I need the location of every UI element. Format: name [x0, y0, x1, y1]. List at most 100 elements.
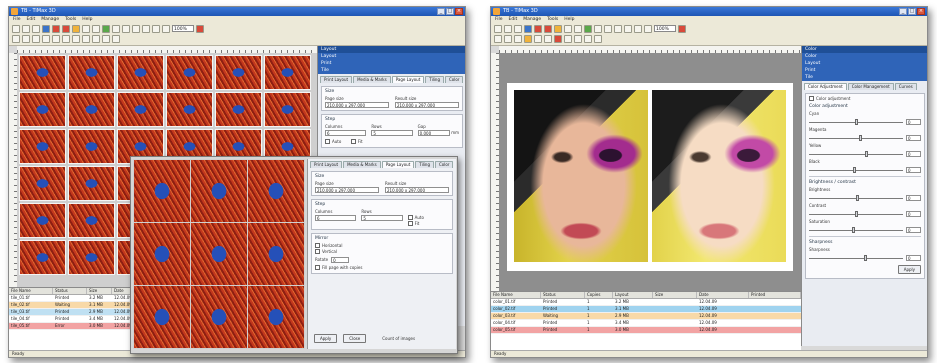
stop-icon[interactable]: [52, 24, 60, 33]
right-fit-icon[interactable]: [544, 34, 552, 43]
file-row[interactable]: tile_04.tif Printed 3.4 MB 12.04.09: [9, 316, 137, 323]
adjustment-slider[interactable]: 0: [809, 151, 921, 157]
minimize-button[interactable]: _: [437, 8, 445, 15]
right-col-printed[interactable]: Printed: [749, 292, 801, 298]
auto-checkbox[interactable]: [325, 139, 330, 144]
copy-icon[interactable]: [82, 24, 90, 33]
tab-tiling[interactable]: Tiling: [425, 76, 444, 83]
right-copy-icon[interactable]: [564, 24, 572, 33]
print-icon[interactable]: [102, 24, 110, 33]
tile-thumbnail[interactable]: [166, 92, 213, 127]
folder-icon[interactable]: [72, 24, 80, 33]
tile-thumbnail[interactable]: [19, 166, 66, 201]
right-panel-item-layout[interactable]: Layout: [802, 60, 927, 67]
delete-icon[interactable]: [62, 24, 70, 33]
right-save-icon[interactable]: [514, 24, 522, 33]
grid-icon[interactable]: [72, 34, 80, 43]
file-row[interactable]: color_01.tif Printed 1 3.2 MB 12.04.09: [491, 299, 801, 306]
right-align-right-icon[interactable]: [514, 34, 522, 43]
tile-thumbnail[interactable]: [166, 55, 213, 90]
page-size-field[interactable]: 210.000 x 297.000: [325, 102, 389, 108]
tile-thumbnail[interactable]: [264, 55, 311, 90]
right-color-icon[interactable]: [594, 34, 602, 43]
dialog-tab-media-marks[interactable]: Media & Marks: [343, 161, 381, 168]
rotate-icon[interactable]: [42, 34, 50, 43]
right-preview-icon[interactable]: [594, 24, 602, 33]
slider-knob[interactable]: [863, 255, 867, 261]
col-status[interactable]: Status: [53, 288, 87, 294]
dialog-result-size-field[interactable]: 210.000 x 297.000: [385, 187, 449, 193]
right-stop-icon[interactable]: [534, 24, 542, 33]
right-globe-icon[interactable]: [524, 24, 532, 33]
tab-color[interactable]: Color: [445, 76, 464, 83]
adjustment-slider[interactable]: 0: [809, 211, 921, 217]
right-zoom-field[interactable]: 100%: [654, 25, 676, 32]
tile-thumbnail[interactable]: [68, 55, 115, 90]
rotate-field[interactable]: 0: [331, 257, 350, 263]
adjustment-slider[interactable]: 0: [809, 167, 921, 173]
dialog-fit-checkbox[interactable]: [407, 221, 413, 226]
file-row[interactable]: tile_05.tif Error 3.0 MB 12.04.09: [9, 323, 137, 330]
tile-thumbnail[interactable]: [68, 203, 115, 238]
slider-knob[interactable]: [852, 167, 856, 173]
slider-knob[interactable]: [854, 119, 858, 125]
right-folder-icon[interactable]: [554, 24, 562, 33]
guides-icon[interactable]: [92, 34, 100, 43]
slider-knob[interactable]: [856, 195, 860, 201]
right-rotate-icon[interactable]: [524, 34, 532, 43]
slider-value-field[interactable]: 0: [906, 119, 921, 125]
slider-track[interactable]: [809, 137, 903, 139]
dialog-auto-checkbox[interactable]: [407, 215, 413, 220]
tile-thumbnail[interactable]: [264, 92, 311, 127]
dialog-preview-canvas[interactable]: [133, 159, 305, 349]
mirror-vertical-checkbox[interactable]: [315, 249, 320, 254]
tile-thumbnail[interactable]: [117, 55, 164, 90]
slider-value-field[interactable]: 0: [906, 227, 921, 233]
fit-checkbox[interactable]: [350, 139, 356, 144]
slider-value-field[interactable]: 0: [906, 151, 921, 157]
right-align-left-icon[interactable]: [494, 34, 502, 43]
align-right-icon[interactable]: [32, 34, 40, 43]
right-close-button[interactable]: ×: [917, 8, 925, 15]
slider-knob[interactable]: [851, 227, 855, 233]
file-row[interactable]: tile_02.tif Waiting 3.1 MB 12.04.09: [9, 302, 137, 309]
right-paste-icon[interactable]: [574, 24, 582, 33]
right-col-layout[interactable]: Layout: [613, 292, 653, 298]
tile-thumbnail[interactable]: [19, 240, 66, 275]
slider-value-field[interactable]: 0: [906, 195, 921, 201]
right-maximize-button[interactable]: □: [908, 8, 916, 15]
slider-track[interactable]: [809, 153, 903, 155]
right-guides-icon[interactable]: [574, 34, 582, 43]
file-row[interactable]: color_03.tif Waiting 1 2.9 MB 12.04.09: [491, 313, 801, 320]
panel-item-print[interactable]: Print: [318, 60, 465, 67]
right-panel-item-color[interactable]: Color: [802, 53, 927, 60]
mirror-icon[interactable]: [52, 34, 60, 43]
mirror-horizontal-checkbox[interactable]: [315, 243, 320, 248]
adjustment-slider[interactable]: 0: [809, 195, 921, 201]
adjustment-slider[interactable]: 0: [809, 227, 921, 233]
tab-color-management[interactable]: Color Management: [847, 83, 894, 90]
preview-icon[interactable]: [112, 24, 120, 33]
tab-page-layout[interactable]: Page Layout: [391, 76, 425, 83]
globe-icon[interactable]: [42, 24, 50, 33]
adjustment-slider[interactable]: 0: [809, 119, 921, 125]
dialog-tab-print-layout[interactable]: Print Layout: [310, 161, 343, 168]
tile-thumbnail[interactable]: [215, 92, 262, 127]
rows-field[interactable]: 5: [371, 130, 413, 136]
tile-thumbnail[interactable]: [19, 92, 66, 127]
right-crop-icon[interactable]: [614, 24, 622, 33]
dialog-tab-color[interactable]: Color: [435, 161, 454, 168]
slider-track[interactable]: [809, 229, 903, 231]
dialog-apply-button[interactable]: Apply: [314, 334, 338, 343]
right-layout-icon[interactable]: [604, 24, 612, 33]
menu-edit[interactable]: Edit: [27, 16, 36, 23]
slider-track[interactable]: [809, 257, 903, 259]
menu-tools[interactable]: Tools: [65, 16, 76, 23]
open-folder-icon[interactable]: [22, 24, 30, 33]
slider-value-field[interactable]: 0: [906, 255, 921, 261]
result-size-field[interactable]: 210.000 x 297.000: [395, 102, 459, 108]
right-align-center-icon[interactable]: [504, 34, 512, 43]
tile-thumbnail[interactable]: [117, 92, 164, 127]
tab-media-marks[interactable]: Media & Marks: [353, 76, 391, 83]
right-menu-manage[interactable]: Manage: [523, 16, 541, 23]
